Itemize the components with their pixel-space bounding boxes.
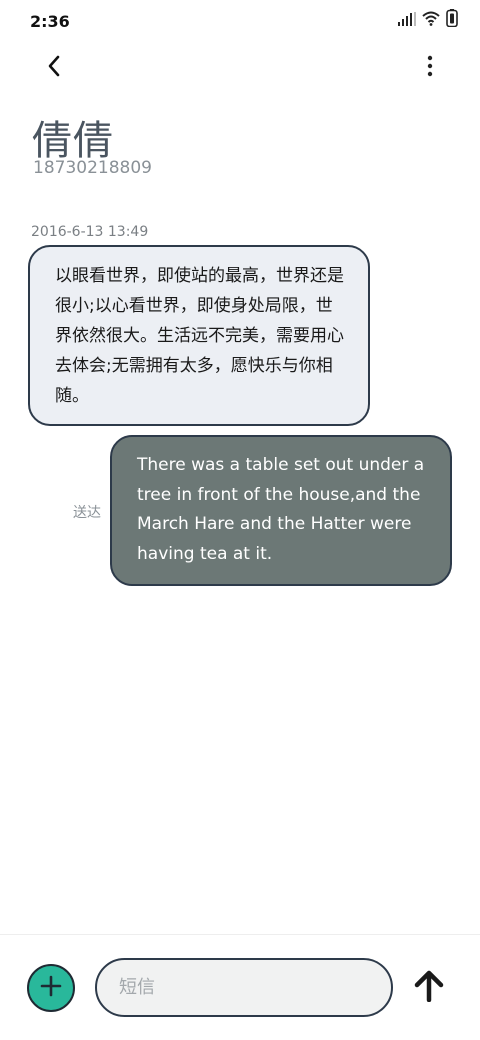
status-icons — [398, 9, 458, 31]
battery-icon — [446, 9, 458, 31]
back-button[interactable] — [38, 52, 70, 84]
send-button[interactable] — [410, 968, 448, 1008]
message-input[interactable] — [97, 960, 391, 1015]
send-arrow-icon — [414, 970, 444, 1006]
incoming-message-bubble[interactable]: 以眼看世界，即使站的最高，世界还是很小;以心看世界，即使身处局限，世界依然很大。… — [28, 245, 370, 426]
more-vertical-icon — [427, 55, 433, 81]
status-bar: 2:36 — [0, 0, 480, 42]
contact-number: 18730218809 — [33, 158, 152, 178]
delivery-status: 送达 — [73, 505, 101, 521]
plus-icon — [40, 975, 62, 1001]
add-attachment-button[interactable] — [27, 964, 75, 1012]
more-options-button[interactable] — [420, 52, 440, 84]
status-time: 2:36 — [30, 12, 70, 31]
message-timestamp: 2016-6-13 13:49 — [31, 224, 149, 240]
back-arrow-icon — [47, 55, 61, 81]
outgoing-message-bubble[interactable]: There was a table set out under a tree i… — [110, 435, 452, 586]
top-bar — [0, 44, 480, 94]
signal-icon — [398, 11, 416, 30]
message-input-container — [95, 958, 393, 1017]
wifi-icon — [422, 11, 440, 30]
composer-divider — [0, 934, 480, 935]
